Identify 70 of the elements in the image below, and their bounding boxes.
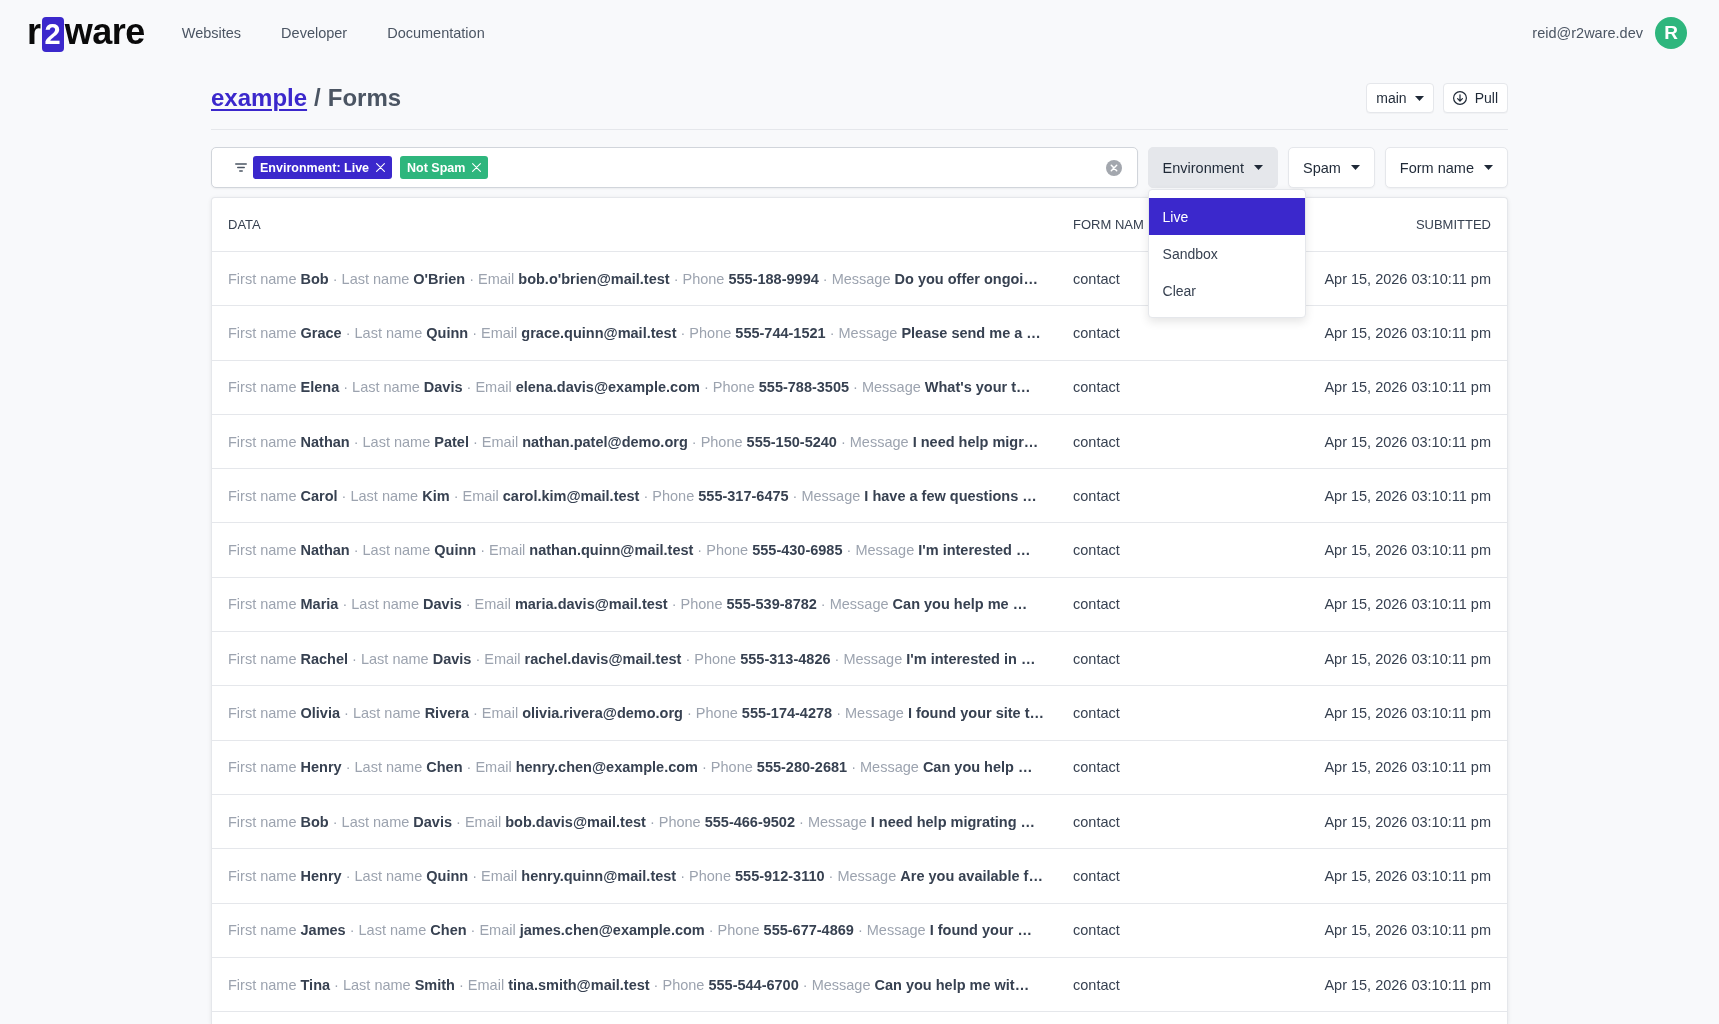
user-email: reid@r2ware.dev [1532, 25, 1643, 41]
filter-chip[interactable]: Environment: Live [253, 156, 393, 179]
form-data-cell-text: First name Carol · Last name Kim · Email carol.kim@mail.test · Phone 555-317-6475 · Message I have a few questions … [228, 487, 1038, 504]
pull-button[interactable]: Pull [1442, 83, 1508, 113]
submitted-cell: Apr 15, 2026 03:10:11 pm [1324, 813, 1491, 830]
form-name-cell-text: contact [1073, 976, 1121, 993]
submitted-cell: Apr 15, 2026 03:10:11 pm [1324, 759, 1491, 776]
submitted-cell: Apr 15, 2026 03:10:11 pm [1324, 650, 1491, 667]
form-name-cell-text: contact [1073, 650, 1121, 667]
menu-item[interactable]: Sandbox [1148, 235, 1305, 272]
filter-dropdown-button[interactable]: Spam [1287, 147, 1375, 188]
breadcrumb-link[interactable]: example [211, 84, 308, 112]
form-name-cell-text: contact [1073, 379, 1121, 396]
form-data-cell-text: First name Nathan · Last name Quinn · Email nathan.quinn@mail.test · Phone 555-430-6985 · Message I'm interested … [228, 542, 1032, 559]
submitted-cell: Apr 15, 2026 03:10:11 pm [1324, 324, 1491, 341]
form-name-cell-text: contact [1073, 270, 1121, 287]
submitted-cell: Apr 15, 2026 03:10:11 pm [1324, 976, 1491, 993]
menu-item[interactable]: Live [1148, 198, 1305, 235]
form-data-cell-text: First name James · Last name Chen · Email james.chen@example.com · Phone 555-677-4869 · Message I found your … [228, 922, 1033, 939]
nav-link[interactable]: Websites [181, 25, 242, 41]
form-data-cell-text: First name Olivia · Last name Rivera · Email olivia.rivera@demo.org · Phone 555-174-4278 · Message I found your site t… [228, 705, 1045, 721]
form-data-cell-text: First name Henry · Last name Quinn · Email henry.quinn@mail.test · Phone 555-912-3110 · Message Are you available f… [228, 867, 1044, 884]
form-name-cell-text: contact [1073, 324, 1121, 341]
submitted-cell: Apr 15, 2026 03:10:11 pm [1324, 867, 1491, 884]
caret-icon [1253, 165, 1263, 170]
submitted-cell: Apr 15, 2026 03:10:11 pm [1324, 270, 1491, 287]
form-data-cell-text: First name Bob · Last name Davis · Email bob.davis@mail.test · Phone 555-466-9502 · Message I need help migrating … [228, 813, 1037, 830]
form-name-cell-text: contact [1073, 705, 1121, 721]
column-header: DATA [228, 217, 262, 232]
submitted-cell: Apr 15, 2026 03:10:11 pm [1324, 487, 1491, 504]
form-data-cell-text: First name Maria · Last name Davis · Email maria.davis@mail.test · Phone 555-539-8782 · Message Can you help me … [228, 596, 1029, 613]
form-data-cell-text: First name Rachel · Last name Davis · Email rachel.davis@mail.test · Phone 555-313-4826 · Message I'm interested in … [228, 650, 1037, 667]
column-header: FORM NAM [1073, 217, 1145, 232]
form-name-cell-text: contact [1073, 867, 1121, 884]
filter-search-bar[interactable]: Environment: Live Not Spam [211, 147, 1138, 188]
caret-icon [1484, 165, 1493, 170]
breadcrumb-separator: / [314, 84, 321, 112]
submitted-cell: Apr 15, 2026 03:10:11 pm [1324, 922, 1491, 939]
form-name-cell-text: contact [1073, 542, 1121, 559]
caret-icon [1350, 165, 1360, 170]
filter-dropdown-button[interactable]: Environment [1147, 147, 1278, 188]
form-data-cell-text: First name Grace · Last name Quinn · Email grace.quinn@mail.test · Phone 555-744-1521 · Message Please send me a … [228, 324, 1042, 341]
submitted-cell: Apr 15, 2026 03:10:11 pm [1324, 596, 1491, 613]
form-name-cell-text: contact [1073, 922, 1121, 939]
nav-link[interactable]: Developer [281, 25, 348, 41]
form-data-cell-text: First name Nathan · Last name Patel · Email nathan.patel@demo.org · Phone 555-150-5240 · Message I need help migr… [228, 433, 1040, 450]
form-data-cell-text: First name Elena · Last name Davis · Email elena.davis@example.com · Phone 555-788-3505 · Message What's your t… [228, 379, 1032, 396]
submitted-cell: Apr 15, 2026 03:10:11 pm [1324, 705, 1491, 721]
submitted-cell: Apr 15, 2026 03:10:11 pm [1324, 542, 1491, 559]
arrow-down-circle-icon [1452, 91, 1467, 105]
nav-link[interactable]: Documentation [387, 25, 485, 41]
form-data-cell-text: First name Bob · Last name O'Brien · Email bob.o'brien@mail.test · Phone 555-188-9994 · Message Do you offer ongoi… [228, 270, 1039, 287]
form-data-cell-text: First name Tina · Last name Smith · Email tina.smith@mail.test · Phone 555-544-6700 · Message Can you help me wit… [228, 976, 1031, 993]
caret-icon [1414, 95, 1424, 101]
form-data-cell-text: First name Henry · Last name Chen · Email henry.chen@example.com · Phone 555-280-2681 · Message Can you help … [228, 759, 1034, 776]
form-name-cell-text: contact [1073, 433, 1121, 450]
form-name-cell-text: contact [1073, 487, 1121, 504]
logo[interactable]: r2ware [27, 14, 145, 52]
submitted-cell: Apr 15, 2026 03:10:11 pm [1324, 433, 1491, 450]
page-title: Forms [327, 84, 402, 112]
form-name-cell-text: contact [1073, 596, 1121, 613]
filter-dropdown-button[interactable]: Form name [1384, 147, 1508, 188]
branch-dropdown-button[interactable]: main [1366, 83, 1434, 113]
column-header: SUBMITTED [1415, 217, 1491, 232]
submitted-cell: Apr 15, 2026 03:10:11 pm [1324, 379, 1491, 396]
form-name-cell-text: contact [1073, 759, 1121, 776]
menu-item[interactable]: Clear [1148, 272, 1305, 309]
close-icon[interactable] [376, 163, 386, 172]
filter-icon[interactable] [235, 163, 247, 172]
form-name-cell-text: contact [1073, 813, 1121, 830]
